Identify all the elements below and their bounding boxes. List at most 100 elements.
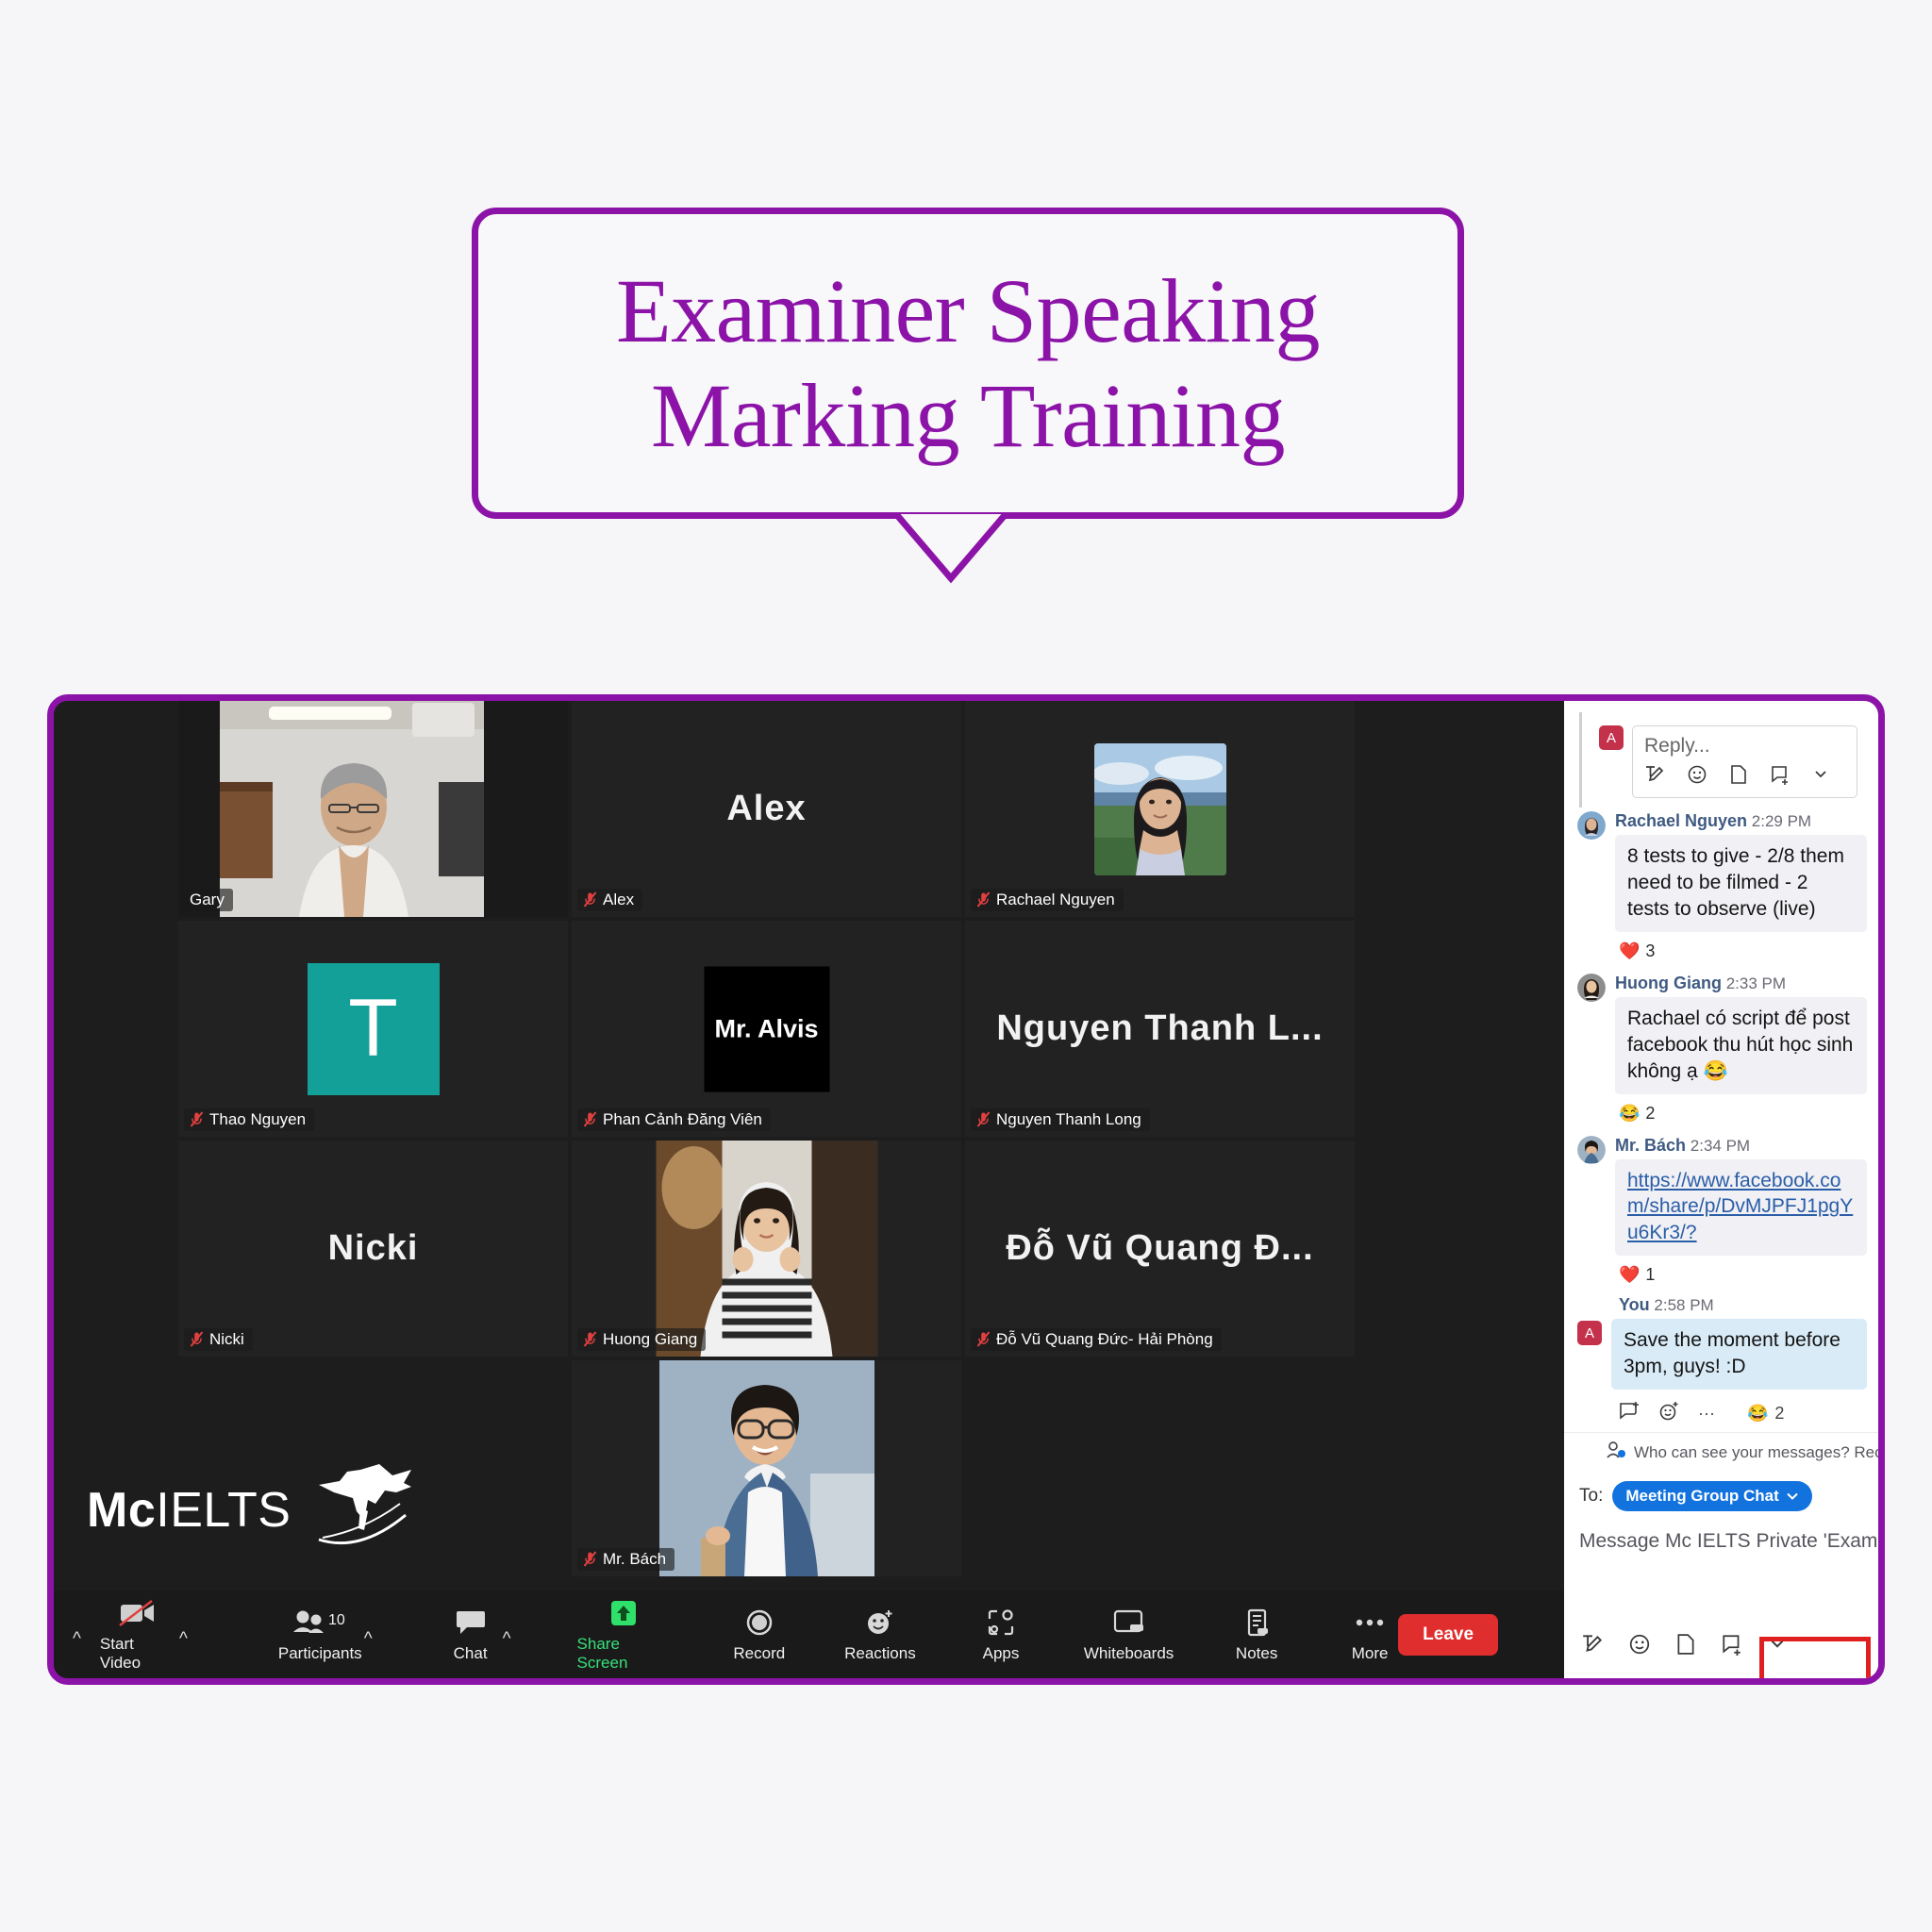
- participant-tile-nicki[interactable]: Nicki Nicki: [178, 1141, 568, 1357]
- reply-format-toolbar: [1644, 764, 1845, 791]
- chat-author: Huong Giang: [1615, 973, 1722, 992]
- video-gallery-area: Gary Alex Alex Rachael Nguyen T Thao Ngu…: [54, 701, 1564, 1678]
- mic-muted-icon: [976, 1331, 991, 1347]
- participant-name: Huong Giang: [603, 1330, 698, 1348]
- participants-icon: 10: [292, 1607, 347, 1639]
- name-label-thao-nguyen: Thao Nguyen: [184, 1108, 315, 1131]
- reply-input[interactable]: Reply...: [1644, 735, 1845, 758]
- notes-label: Notes: [1235, 1643, 1278, 1662]
- file-attach-icon[interactable]: [1675, 1633, 1696, 1661]
- message-reaction[interactable]: ❤️ 3: [1564, 932, 1878, 970]
- chevron-down-icon[interactable]: [1812, 766, 1829, 789]
- apps-icon: [987, 1607, 1015, 1639]
- chat-button[interactable]: Chat: [442, 1607, 499, 1663]
- chat-author: Rachael Nguyen: [1615, 811, 1748, 830]
- format-text-icon[interactable]: [1644, 764, 1665, 791]
- participant-tile-huong-giang[interactable]: Huong Giang: [572, 1141, 961, 1357]
- reactions-button[interactable]: Reactions: [844, 1607, 916, 1663]
- record-label: Record: [733, 1643, 786, 1662]
- more-button[interactable]: More: [1341, 1607, 1398, 1663]
- record-icon: [745, 1607, 774, 1639]
- text-avatar-mr-alvis: Mr. Alvis: [704, 966, 829, 1091]
- participants-options-caret-icon[interactable]: ^: [360, 1629, 376, 1650]
- participant-tile-alex[interactable]: Alex Alex: [572, 701, 961, 917]
- message-reaction[interactable]: ❤️ 1: [1564, 1256, 1878, 1293]
- screenshot-icon[interactable]: [1770, 764, 1790, 791]
- format-text-icon[interactable]: [1581, 1633, 1604, 1661]
- participant-tile-phan-canh-dang-vien[interactable]: Mr. Alvis Phan Cảnh Đăng Viên: [572, 921, 961, 1137]
- message-reaction[interactable]: 😂 2: [1747, 1404, 1784, 1424]
- participant-name: Alex: [603, 891, 635, 908]
- emoji-icon[interactable]: [1687, 764, 1707, 791]
- reaction-count: 3: [1645, 941, 1656, 960]
- chat-message-body: Save the moment before 3pm, guys! :D: [1611, 1319, 1867, 1391]
- display-name-nguyen-thanh-long: Nguyen Thanh L...: [996, 1008, 1324, 1048]
- chat-options-caret-icon[interactable]: ^: [499, 1629, 515, 1650]
- notes-button[interactable]: Notes: [1228, 1607, 1285, 1663]
- more-dots-icon: [1354, 1607, 1386, 1639]
- zoom-meeting-window: Gary Alex Alex Rachael Nguyen T Thao Ngu…: [47, 694, 1885, 1685]
- recipient-value: Meeting Group Chat: [1625, 1487, 1779, 1506]
- participant-name: Mr. Bách: [603, 1550, 667, 1568]
- participant-tile-thao-nguyen[interactable]: T Thao Nguyen: [178, 921, 568, 1137]
- participant-tile-mr-bach[interactable]: Mr. Bách: [572, 1360, 961, 1576]
- chat-timestamp: 2:33 PM: [1725, 974, 1787, 992]
- reply-input-wrapper[interactable]: Reply...: [1632, 725, 1857, 798]
- meeting-toolbar: ^ Start Video ^ 10 Participants ^ Chat ^…: [54, 1591, 1564, 1678]
- reply-composer[interactable]: A Reply...: [1579, 712, 1871, 808]
- privacy-text: Who can see your messages? Record: [1634, 1442, 1878, 1461]
- logo-ielts: IELTS: [156, 1482, 291, 1538]
- name-label-mr-bach: Mr. Bách: [577, 1548, 675, 1571]
- leave-button[interactable]: Leave: [1398, 1613, 1499, 1656]
- video-options-caret-left-icon[interactable]: ^: [69, 1629, 85, 1650]
- logo-mc: Mc: [87, 1482, 157, 1538]
- reply-icon[interactable]: [1619, 1401, 1640, 1426]
- chat-message: Rachael Nguyen 2:29 PM 8 tests to give -…: [1564, 808, 1878, 932]
- svg-text:10: 10: [328, 1612, 345, 1628]
- participants-button[interactable]: 10 Participants: [277, 1607, 362, 1663]
- record-button[interactable]: Record: [731, 1607, 788, 1663]
- participant-tile-nguyen-thanh-long[interactable]: Nguyen Thanh L... Nguyen Thanh Long: [965, 921, 1355, 1137]
- chat-message-body: Mr. Bách 2:34 PM https://www.facebook.co…: [1615, 1136, 1867, 1257]
- chat-message-body: You 2:58 PM: [1577, 1295, 1867, 1319]
- mic-muted-icon: [190, 1331, 204, 1347]
- chat-timestamp: 2:34 PM: [1690, 1136, 1751, 1155]
- chevron-down-icon: [1787, 1492, 1798, 1501]
- file-attach-icon[interactable]: [1729, 764, 1748, 791]
- start-video-button[interactable]: Start Video: [100, 1597, 175, 1673]
- participant-name: Nicki: [209, 1330, 244, 1348]
- reaction-count: 2: [1645, 1103, 1656, 1123]
- name-label-gary: Gary: [184, 889, 233, 911]
- participant-tile-gary[interactable]: Gary: [178, 701, 568, 917]
- video-options-caret-icon[interactable]: ^: [175, 1629, 192, 1650]
- display-name-nicki: Nicki: [327, 1228, 419, 1268]
- chat-message-bubble: https://www.facebook.com/share/p/DvMJPFJ…: [1615, 1158, 1867, 1257]
- chat-message: You 2:58 PM: [1564, 1293, 1878, 1319]
- whiteboards-button[interactable]: Whiteboards: [1084, 1607, 1174, 1663]
- avatar-you: A: [1599, 725, 1624, 750]
- chat-timestamp: 2:58 PM: [1654, 1296, 1714, 1315]
- display-name-do-vu-quang-duc: Đỗ Vũ Quang Đ...: [1006, 1228, 1314, 1268]
- mc-ielts-logo: McIELTS: [87, 1462, 417, 1557]
- emoji-icon[interactable]: [1628, 1633, 1651, 1661]
- apps-button[interactable]: Apps: [973, 1607, 1029, 1663]
- participant-tile-rachael-nguyen[interactable]: Rachael Nguyen: [965, 701, 1355, 917]
- recipient-selector[interactable]: Meeting Group Chat: [1612, 1481, 1812, 1512]
- add-reaction-icon[interactable]: [1658, 1401, 1679, 1426]
- message-input[interactable]: Message Mc IELTS Private 'Examine: [1564, 1517, 1878, 1553]
- chat-message-link[interactable]: https://www.facebook.com/share/p/DvMJPFJ…: [1627, 1170, 1853, 1244]
- more-options-icon[interactable]: ···: [1698, 1404, 1715, 1424]
- mic-muted-icon: [583, 1111, 597, 1127]
- share-screen-button[interactable]: Share Screen: [577, 1597, 671, 1673]
- reactions-smiley-icon: [865, 1607, 895, 1639]
- chat-message: Huong Giang 2:33 PM Rachael có script để…: [1564, 970, 1878, 1094]
- screenshot-icon[interactable]: [1721, 1633, 1743, 1661]
- reaction-emoji: 😂: [1619, 1103, 1641, 1123]
- name-label-huong-giang: Huong Giang: [577, 1328, 707, 1351]
- reaction-emoji: ❤️: [1619, 941, 1641, 960]
- message-reaction[interactable]: 😂 2: [1564, 1094, 1878, 1132]
- reaction-count: 2: [1774, 1404, 1785, 1424]
- participant-name: Gary: [190, 891, 225, 908]
- participants-label: Participants: [277, 1643, 362, 1662]
- participant-tile-do-vu-quang-duc[interactable]: Đỗ Vũ Quang Đ... Đỗ Vũ Quang Đức- Hải Ph…: [965, 1141, 1355, 1357]
